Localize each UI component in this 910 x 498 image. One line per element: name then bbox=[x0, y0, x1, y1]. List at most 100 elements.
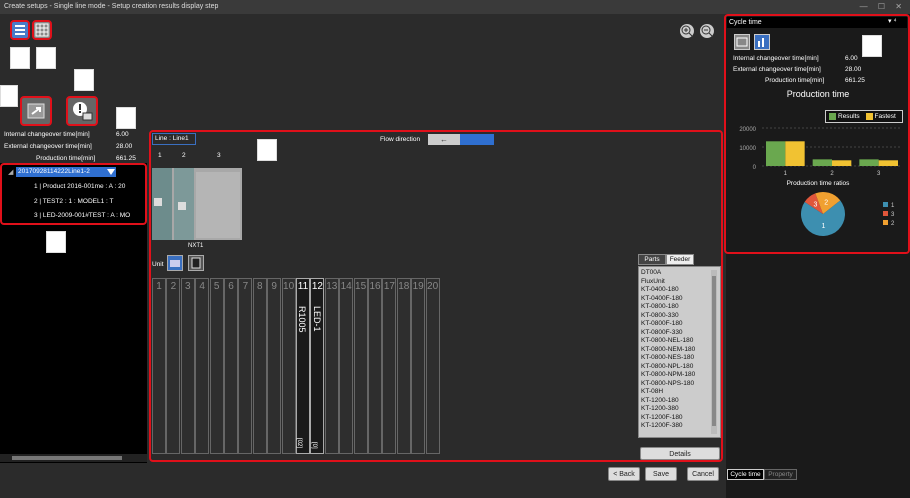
line-label: Line : bbox=[155, 135, 171, 142]
feeder-list-item[interactable]: KT-0400F-180 bbox=[639, 295, 720, 304]
feeder-slot[interactable] bbox=[238, 278, 253, 454]
feeder-part-11[interactable]: R1005 bbox=[297, 306, 307, 333]
tab-property[interactable]: Property bbox=[764, 469, 797, 480]
feeder-list[interactable]: DT00A FluxUnit KT-0400-180 KT-0400F-180 KT-0… bbox=[638, 266, 721, 438]
feeder-list-item[interactable]: KT-0800F-180 bbox=[639, 320, 720, 329]
feeder-list-item[interactable]: KT-0800F-330 bbox=[639, 329, 720, 338]
feeder-list-item[interactable]: KT-0800-NEM-180 bbox=[639, 346, 720, 355]
internal-changeover-value: 6.00 bbox=[116, 131, 129, 138]
filter-icon[interactable] bbox=[106, 167, 116, 177]
save-button[interactable]: Save bbox=[645, 467, 677, 481]
slot-number: 18 bbox=[398, 281, 410, 292]
feeder-slot[interactable] bbox=[324, 278, 339, 454]
flow-right-button[interactable] bbox=[460, 134, 494, 145]
window-controls[interactable]: — ☐ ✕ bbox=[860, 0, 906, 14]
feeder-list-item[interactable]: KT-1200F-180 bbox=[639, 414, 720, 423]
feeder-list-item[interactable]: DT00A bbox=[639, 269, 720, 278]
details-button[interactable]: Details bbox=[640, 447, 720, 460]
callout-box bbox=[862, 35, 882, 57]
alert-button[interactable] bbox=[66, 96, 98, 126]
feeder-list-item[interactable]: KT-0800-NEL-180 bbox=[639, 337, 720, 346]
unit-feeder-button[interactable] bbox=[167, 255, 183, 271]
cycle-view-button[interactable] bbox=[734, 34, 750, 50]
feeder-slot[interactable] bbox=[339, 278, 354, 454]
feeder-list-item[interactable]: KT-1200F-380 bbox=[639, 422, 720, 431]
feeder-list-item[interactable]: FluxUnit bbox=[639, 278, 720, 287]
unit-tray-button[interactable] bbox=[188, 255, 204, 271]
feeder-list-item[interactable]: KT-0400-180 bbox=[639, 286, 720, 295]
feeder-list-item[interactable]: KT-1200-180 bbox=[639, 397, 720, 406]
y-tick-label: 0 bbox=[753, 165, 757, 171]
tree-item[interactable]: 1 | Product 2016-001me : A : 20 bbox=[34, 183, 125, 190]
list-scrollbar[interactable] bbox=[711, 270, 717, 434]
pie-legend-swatch bbox=[883, 211, 888, 216]
tree-item[interactable]: 3 | LED-2009-001#TEST : A : MO bbox=[34, 212, 130, 219]
tray-icon bbox=[191, 257, 201, 269]
machine-image[interactable] bbox=[152, 168, 242, 240]
horizontal-scrollbar[interactable] bbox=[0, 454, 147, 462]
pie-legend-label: 2 bbox=[891, 221, 895, 227]
slot-number: 14 bbox=[340, 281, 352, 292]
feeder-slot[interactable] bbox=[195, 278, 210, 454]
zoom-out-icon[interactable] bbox=[700, 24, 714, 38]
feeder-slot[interactable] bbox=[224, 278, 238, 454]
pie-label: 2 bbox=[824, 199, 828, 206]
pin-icon[interactable]: ▾ ⁴ bbox=[888, 17, 896, 25]
feeder-slot[interactable] bbox=[296, 278, 310, 454]
window-title: Create setups - Single line mode - Setup… bbox=[0, 0, 910, 14]
pie-legend-label: 1 bbox=[891, 203, 895, 209]
feeder-slot[interactable] bbox=[411, 278, 426, 454]
tab-feeder[interactable]: Feeder bbox=[666, 254, 694, 265]
feeder-icon bbox=[170, 260, 180, 267]
feeder-slot[interactable] bbox=[281, 278, 296, 454]
module-number: 3 bbox=[217, 152, 221, 159]
expand-icon[interactable]: ◢ bbox=[8, 168, 13, 176]
feeder-list-item[interactable]: KT-0800-NPL-180 bbox=[639, 363, 720, 372]
back-button[interactable]: < Back bbox=[608, 467, 640, 481]
tab-cycle-time[interactable]: Cycle time bbox=[727, 469, 764, 480]
feeder-list-item[interactable]: KT-0800-180 bbox=[639, 303, 720, 312]
feeder-slot[interactable] bbox=[310, 278, 325, 454]
feeder-list-item[interactable]: KT-0800-NES-180 bbox=[639, 354, 720, 363]
feeder-list-item[interactable]: KT-0800-NPS-180 bbox=[639, 380, 720, 389]
flow-left-button[interactable]: ← bbox=[428, 134, 460, 145]
grid-view-icon bbox=[35, 23, 49, 37]
tree-root[interactable]: 20170928114222Line1-2 bbox=[16, 167, 116, 177]
export-button[interactable] bbox=[20, 96, 52, 126]
feeder-list-item[interactable]: KT-0800-330 bbox=[639, 312, 720, 321]
tree-item[interactable]: 2 | TEST2 : 1 : MODEL1 : T bbox=[34, 198, 113, 205]
list-view-button[interactable] bbox=[10, 20, 30, 40]
zoom-in-icon[interactable] bbox=[680, 24, 694, 38]
cancel-button[interactable]: Cancel bbox=[687, 467, 719, 481]
pie-legend-label: 3 bbox=[891, 212, 895, 218]
slot-number: 8 bbox=[257, 281, 263, 292]
feeder-slot[interactable] bbox=[353, 278, 368, 454]
feeder-tag-12: [0] bbox=[311, 442, 317, 449]
feeder-slot[interactable] bbox=[382, 278, 397, 454]
feeder-list-item[interactable]: KT-0800-NPM-180 bbox=[639, 371, 720, 380]
callout-box bbox=[10, 47, 30, 69]
feeder-slot[interactable] bbox=[252, 278, 267, 454]
feeder-slot[interactable] bbox=[396, 278, 411, 454]
feeder-slot[interactable] bbox=[166, 278, 181, 454]
pie-title: Production time ratios bbox=[786, 180, 850, 187]
cycle-production-label: Production time[min] bbox=[765, 77, 825, 84]
grid-view-button[interactable] bbox=[32, 20, 52, 40]
unit-label: Unit bbox=[152, 261, 164, 268]
feeder-slot[interactable] bbox=[152, 278, 166, 454]
feeder-slot[interactable] bbox=[180, 278, 195, 454]
tab-parts[interactable]: Parts bbox=[638, 254, 666, 265]
feeder-list-item[interactable]: KT-08H bbox=[639, 388, 720, 397]
bar-results-2 bbox=[812, 159, 832, 166]
pie-label: 1 bbox=[822, 223, 826, 230]
module-number: 1 bbox=[158, 152, 162, 159]
feeder-slot[interactable] bbox=[209, 278, 224, 454]
cycle-chart-button[interactable] bbox=[754, 34, 770, 50]
feeder-slot[interactable] bbox=[425, 278, 440, 454]
callout-box bbox=[116, 107, 136, 129]
feeder-slot[interactable] bbox=[368, 278, 382, 454]
feeder-part-12[interactable]: LED-1 bbox=[312, 306, 322, 332]
feeder-slot[interactable] bbox=[267, 278, 282, 454]
feeder-list-item[interactable]: KT-1200-380 bbox=[639, 405, 720, 414]
line-selector[interactable]: Line : Line1 bbox=[152, 133, 196, 145]
